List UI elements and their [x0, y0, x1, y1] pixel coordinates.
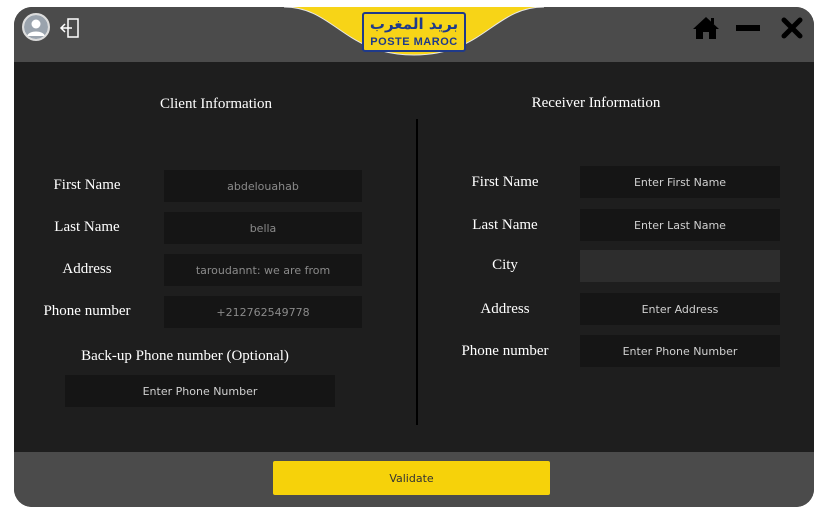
column-divider — [416, 119, 418, 425]
client-phone-label: Phone number — [43, 303, 131, 319]
home-icon[interactable] — [692, 15, 720, 41]
client-first-name-field[interactable] — [164, 170, 362, 202]
receiver-address-label: Address — [480, 301, 530, 317]
title-bar: بريد المغرب POSTE MAROC — [14, 7, 814, 62]
client-last-name-label: Last Name — [54, 219, 120, 235]
minimize-icon[interactable] — [736, 25, 760, 31]
client-first-name-label: First Name — [53, 177, 121, 193]
receiver-phone-field[interactable] — [580, 335, 780, 367]
footer-bar: Validate — [14, 452, 814, 507]
receiver-address-field[interactable] — [580, 293, 780, 325]
poste-maroc-logo: بريد المغرب POSTE MAROC — [362, 12, 466, 52]
logout-icon[interactable] — [59, 17, 81, 39]
client-address-field[interactable] — [164, 254, 362, 286]
logo-latin-text: POSTE MAROC — [370, 36, 458, 48]
form-area: Client Information First Name Last Name … — [14, 62, 814, 452]
client-phone-field[interactable] — [164, 296, 362, 328]
client-last-name-field[interactable] — [164, 212, 362, 244]
receiver-city-field[interactable] — [580, 250, 780, 282]
app-window: بريد المغرب POSTE MAROC Client Informati… — [14, 7, 814, 507]
receiver-last-name-label: Last Name — [472, 217, 538, 233]
client-section-title: Client Information — [159, 96, 273, 112]
receiver-first-name-label: First Name — [471, 174, 539, 190]
receiver-last-name-field[interactable] — [580, 209, 780, 241]
backup-phone-label: Back-up Phone number (Optional) — [81, 348, 289, 364]
receiver-first-name-field[interactable] — [580, 166, 780, 198]
receiver-section-title: Receiver Information — [531, 95, 661, 111]
close-icon[interactable] — [781, 17, 803, 39]
client-address-label: Address — [62, 261, 112, 277]
logo-arabic-text: بريد المغرب — [369, 15, 459, 33]
backup-phone-field[interactable] — [65, 375, 335, 407]
receiver-phone-label: Phone number — [461, 343, 549, 359]
receiver-city-label: City — [492, 257, 518, 273]
user-avatar-icon[interactable] — [22, 13, 50, 41]
validate-button[interactable]: Validate — [273, 461, 550, 495]
